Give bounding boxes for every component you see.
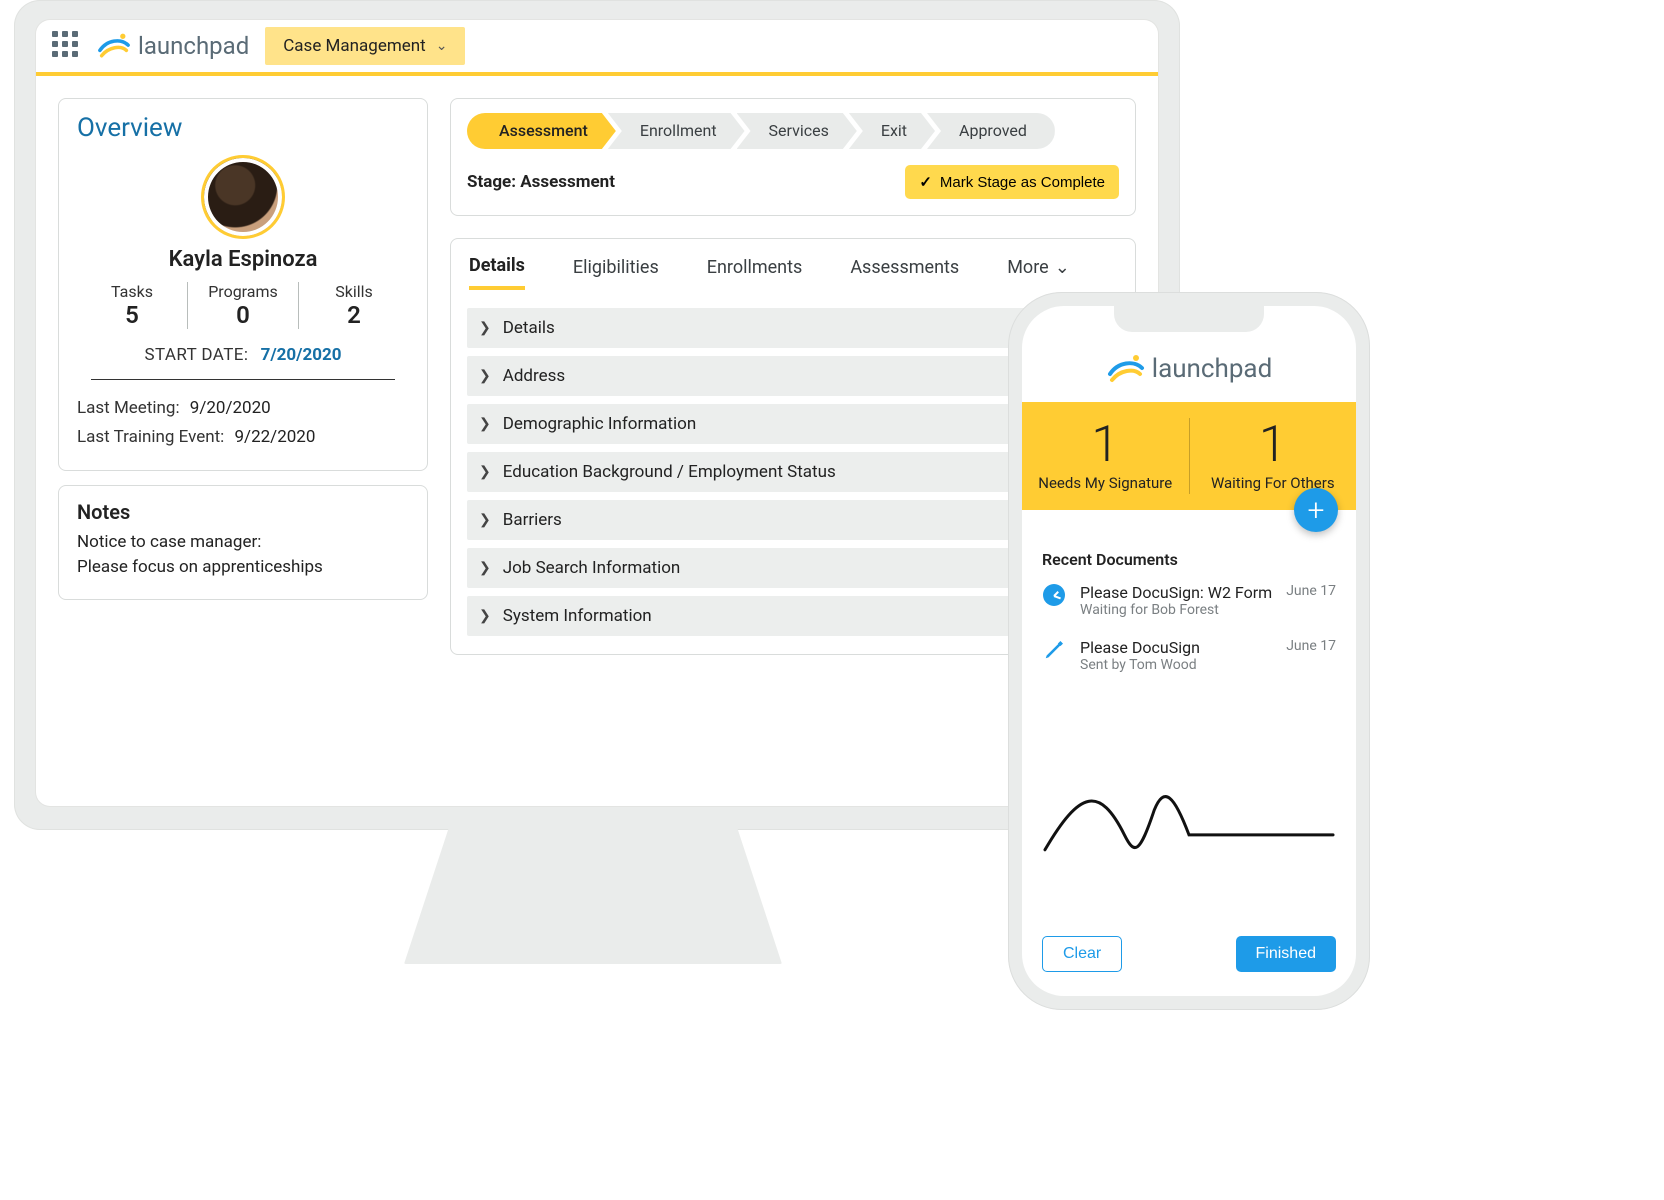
notes-line: Please focus on apprenticeships — [77, 555, 409, 581]
stage-step-services[interactable]: Services — [737, 113, 857, 149]
count-needs-signature[interactable]: 1 Needs My Signature — [1022, 402, 1189, 510]
stage-step-assessment[interactable]: Assessment — [467, 113, 616, 149]
app-launcher-icon[interactable] — [52, 31, 82, 61]
stat-programs: Programs 0 — [188, 282, 298, 329]
workspace: Overview Kayla Espinoza Tasks 5 Programs… — [36, 76, 1158, 806]
overview-title: Overview — [77, 113, 409, 143]
topbar: launchpad Case Management ⌄ — [36, 20, 1158, 76]
chevron-down-icon: ⌄ — [436, 38, 448, 54]
nav-case-management-label: Case Management — [283, 36, 425, 56]
stage-card: Assessment Enrollment Services Exit Appr… — [450, 98, 1136, 216]
pen-icon — [1042, 638, 1066, 662]
stat-skills: Skills 2 — [299, 282, 409, 329]
phone-frame: launchpad 1 Needs My Signature 1 Waiting… — [1008, 292, 1370, 1010]
finished-button[interactable]: Finished — [1236, 936, 1336, 972]
notes-line: Notice to case manager: — [77, 530, 409, 556]
tab-more[interactable]: More ⌄ — [1007, 257, 1070, 288]
recent-documents: Recent Documents Please DocuSign: W2 For… — [1022, 510, 1356, 703]
brand-text: launchpad — [138, 32, 249, 60]
start-date: START DATE: 7/20/2020 — [91, 339, 395, 380]
chevron-right-icon: ❯ — [479, 560, 491, 576]
document-row[interactable]: Please DocuSign Sent by Tom Wood June 17 — [1042, 638, 1336, 673]
stage-label: Stage: Assessment — [467, 172, 615, 192]
monitor-stand — [404, 826, 782, 964]
phone-brand: launchpad — [1106, 352, 1273, 386]
overview-card: Overview Kayla Espinoza Tasks 5 Programs… — [58, 98, 428, 471]
chevron-right-icon: ❯ — [479, 416, 491, 432]
stage-step-approved[interactable]: Approved — [927, 113, 1055, 149]
stage-step-exit[interactable]: Exit — [849, 113, 935, 149]
notes-heading: Notes — [77, 500, 409, 524]
brand: launchpad — [96, 31, 249, 61]
add-document-button[interactable]: + — [1294, 488, 1338, 532]
phone-notch — [1114, 306, 1264, 332]
monitor-frame: launchpad Case Management ⌄ Overview Kay… — [14, 0, 1180, 830]
chevron-down-icon: ⌄ — [1055, 257, 1070, 278]
chevron-right-icon: ❯ — [479, 608, 491, 624]
phone-screen: launchpad 1 Needs My Signature 1 Waiting… — [1022, 306, 1356, 996]
phone-actions: Clear Finished — [1022, 936, 1356, 996]
left-column: Overview Kayla Espinoza Tasks 5 Programs… — [58, 98, 428, 806]
signature-pad[interactable] — [1022, 703, 1356, 936]
meta-rows: Last Meeting: 9/20/2020 Last Training Ev… — [77, 394, 409, 452]
stage-path: Assessment Enrollment Services Exit Appr… — [467, 113, 1119, 149]
notes-card: Notes Notice to case manager: Please foc… — [58, 485, 428, 600]
stats-row: Tasks 5 Programs 0 Skills 2 — [77, 282, 409, 329]
chevron-right-icon: ❯ — [479, 464, 491, 480]
stage-step-enrollment[interactable]: Enrollment — [608, 113, 745, 149]
chevron-right-icon: ❯ — [479, 320, 491, 336]
recent-documents-heading: Recent Documents — [1042, 550, 1336, 569]
clear-button[interactable]: Clear — [1042, 936, 1122, 972]
phone-brand-text: launchpad — [1152, 354, 1273, 384]
tabs: Details Eligibilities Enrollments Assess… — [467, 249, 1119, 290]
tab-eligibilities[interactable]: Eligibilities — [573, 257, 659, 288]
desktop-screen: launchpad Case Management ⌄ Overview Kay… — [36, 20, 1158, 806]
person-name: Kayla Espinoza — [77, 247, 409, 272]
chevron-right-icon: ❯ — [479, 512, 491, 528]
document-row[interactable]: Please DocuSign: W2 Form Waiting for Bob… — [1042, 583, 1336, 618]
tab-details[interactable]: Details — [469, 255, 525, 290]
launchpad-logo-icon — [96, 31, 132, 61]
clock-icon — [1042, 583, 1066, 607]
avatar — [201, 155, 285, 239]
tab-enrollments[interactable]: Enrollments — [707, 257, 803, 288]
count-row: 1 Needs My Signature 1 Waiting For Other… — [1022, 402, 1356, 510]
nav-case-management[interactable]: Case Management ⌄ — [265, 27, 465, 65]
chevron-right-icon: ❯ — [479, 368, 491, 384]
mark-stage-complete-button[interactable]: ✓ Mark Stage as Complete — [905, 165, 1119, 199]
check-icon: ✓ — [919, 173, 932, 191]
stat-tasks: Tasks 5 — [77, 282, 187, 329]
tab-assessments[interactable]: Assessments — [850, 257, 959, 288]
launchpad-logo-icon — [1106, 352, 1146, 386]
